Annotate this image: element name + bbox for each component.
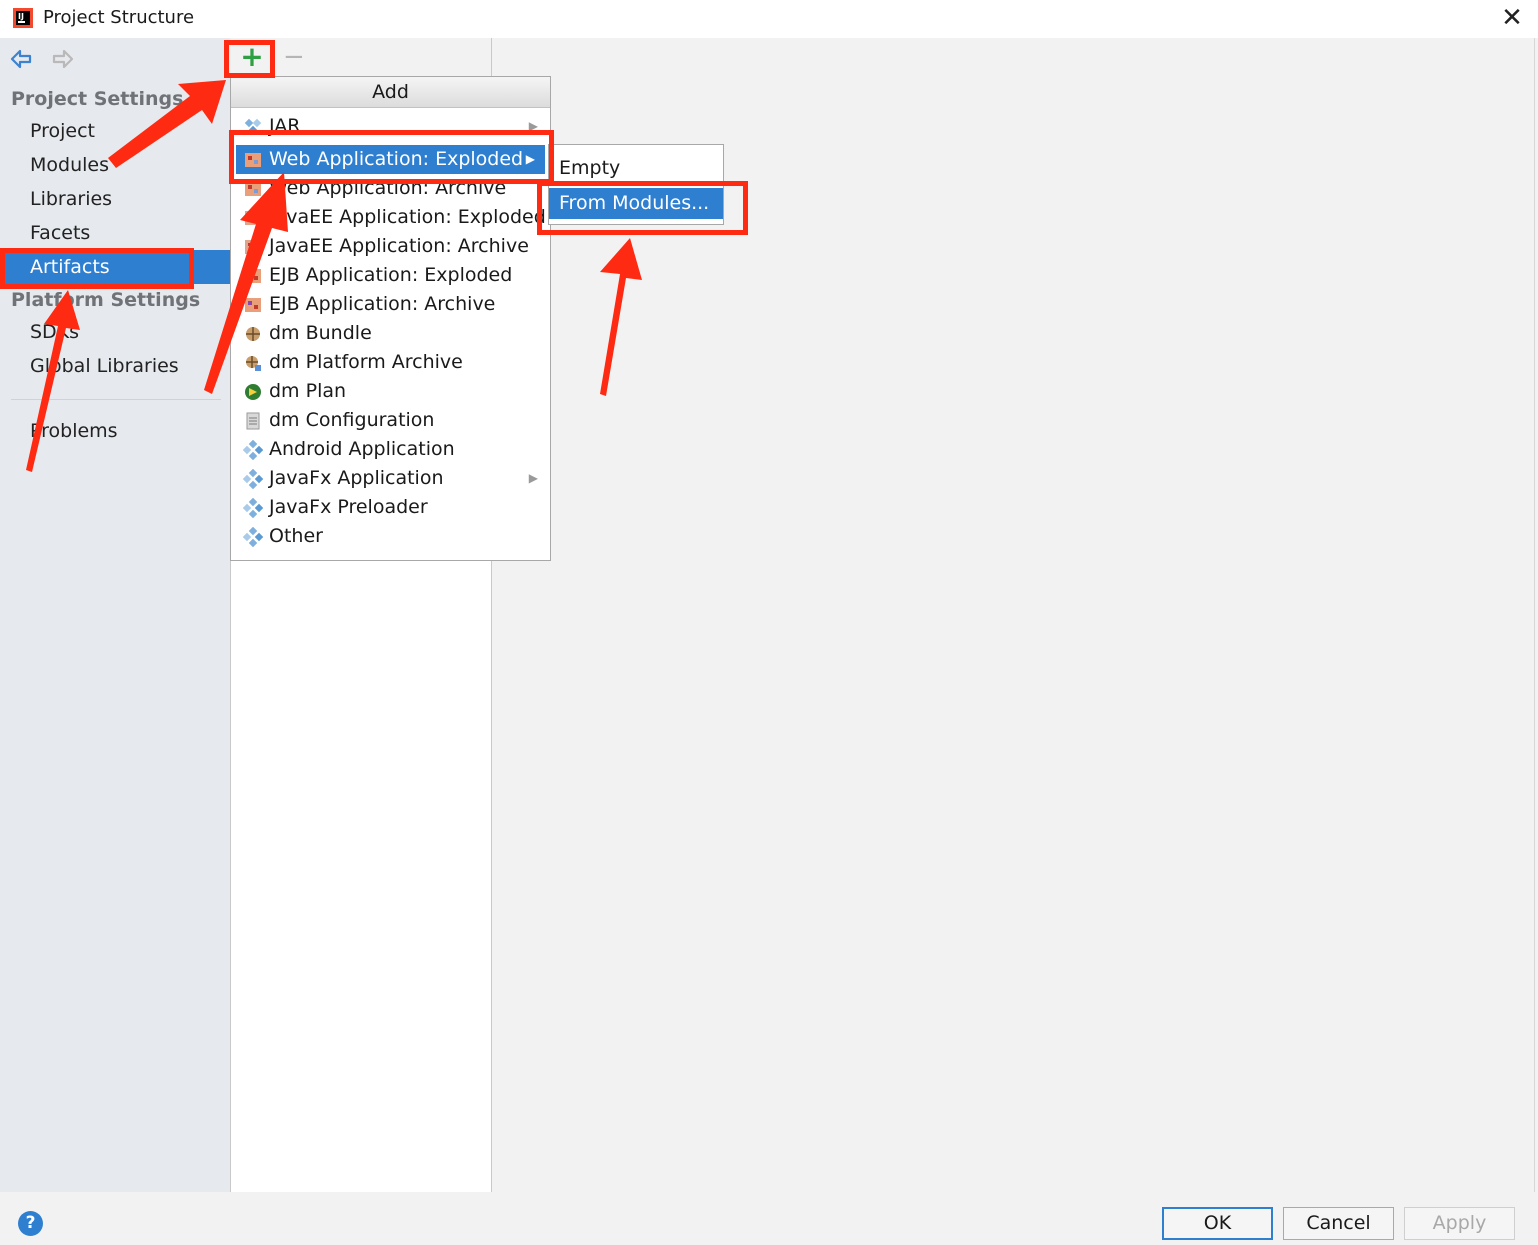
close-icon[interactable]: ✕ [1498, 4, 1526, 32]
title-bar: IJ Project Structure ✕ [0, 0, 1538, 38]
menu-item-label: dm Bundle [269, 322, 372, 344]
sidebar-item-sdks[interactable]: SDKs [0, 315, 230, 349]
sidebar-item-project[interactable]: Project [0, 114, 230, 148]
cancel-button[interactable]: Cancel [1283, 1207, 1394, 1240]
dm-config-icon [243, 411, 263, 431]
back-arrow-icon[interactable] [10, 48, 32, 70]
apply-button[interactable]: Apply [1404, 1207, 1515, 1240]
menu-item-label: EJB Application: Archive [269, 293, 496, 315]
ejb-icon [243, 295, 263, 315]
sidebar-divider [11, 399, 221, 400]
menu-item-label: Android Application [269, 438, 455, 460]
artifact-icon [242, 468, 264, 490]
menu-item-javaee-application-archive[interactable]: JavaEE Application: Archive [231, 232, 550, 261]
forward-arrow-icon[interactable] [52, 48, 74, 70]
window-title: Project Structure [43, 7, 195, 28]
dm-plan-icon [243, 382, 263, 402]
menu-item-other[interactable]: Other [231, 522, 550, 551]
menu-item-label: Other [269, 525, 323, 547]
submenu-arrow-icon: ▶ [528, 471, 538, 485]
menu-item-dm-plan[interactable]: dm Plan [231, 377, 550, 406]
arrow-to-from-modules [600, 238, 642, 396]
menu-item-dm-bundle[interactable]: dm Bundle [231, 319, 550, 348]
menu-item-label: EJB Application: Exploded [269, 264, 513, 286]
platform-settings-header: Platform Settings [11, 289, 201, 311]
panel-divider [491, 38, 492, 78]
submenu-item-empty[interactable]: Empty [549, 153, 723, 184]
menu-item-label: dm Configuration [269, 409, 435, 431]
dm-bundle-icon [243, 324, 263, 344]
svg-text:IJ: IJ [18, 12, 24, 21]
sidebar-item-global-libraries[interactable]: Global Libraries [0, 349, 230, 383]
right-edge [1534, 38, 1535, 1192]
help-icon[interactable]: ? [18, 1211, 43, 1236]
artifact-icon [242, 497, 264, 519]
javaee-icon [243, 208, 263, 228]
sidebar-item-modules[interactable]: Modules [0, 148, 230, 182]
remove-icon[interactable]: − [283, 44, 305, 70]
javaee-icon [243, 237, 263, 257]
menu-item-ejb-application-archive[interactable]: EJB Application: Archive [231, 290, 550, 319]
annotation-box-add [224, 40, 275, 78]
sidebar-item-libraries[interactable]: Libraries [0, 182, 230, 216]
ejb-icon [243, 266, 263, 286]
menu-item-dm-configuration[interactable]: dm Configuration [231, 406, 550, 435]
popup-title: Add [231, 77, 550, 108]
menu-item-dm-platform-archive[interactable]: dm Platform Archive [231, 348, 550, 377]
menu-item-javafx-preloader[interactable]: JavaFx Preloader [231, 493, 550, 522]
annotation-box-artifacts [0, 248, 194, 289]
artifact-icon [242, 439, 264, 461]
annotation-box-web-exploded [229, 130, 554, 184]
project-settings-header: Project Settings [11, 88, 184, 110]
intellij-app-icon: IJ [13, 8, 33, 28]
menu-item-label: JavaEE Application: Archive [269, 235, 529, 257]
menu-item-javaee-application-exploded[interactable]: JavaEE Application: Exploded [231, 203, 550, 232]
artifact-icon [242, 526, 264, 548]
menu-item-label: dm Plan [269, 380, 347, 402]
menu-item-label: JavaFx Application [269, 467, 444, 489]
sidebar-item-problems[interactable]: Problems [0, 414, 230, 448]
menu-item-label: dm Platform Archive [269, 351, 463, 373]
menu-item-javafx-application[interactable]: JavaFx Application ▶ [231, 464, 550, 493]
menu-item-android-application[interactable]: Android Application [231, 435, 550, 464]
ok-button[interactable]: OK [1162, 1207, 1273, 1240]
menu-item-ejb-application-exploded[interactable]: EJB Application: Exploded [231, 261, 550, 290]
sidebar-item-facets[interactable]: Facets [0, 216, 230, 250]
menu-item-label: JavaFx Preloader [269, 496, 428, 518]
annotation-box-from-modules [537, 181, 748, 235]
menu-item-label: JavaEE Application: Exploded [269, 206, 546, 228]
dm-platform-icon [243, 353, 263, 373]
